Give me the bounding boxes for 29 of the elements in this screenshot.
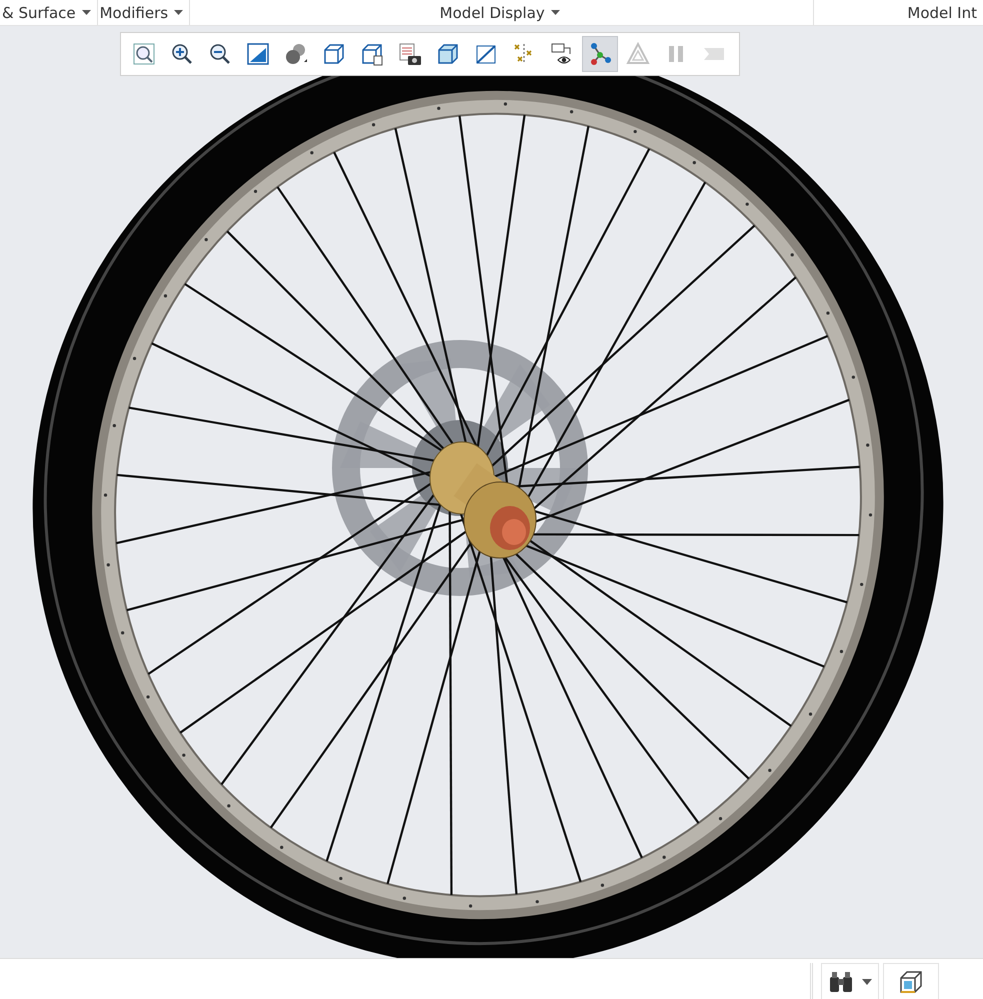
ribbon-group[interactable]: Model Display [190, 0, 814, 25]
square-icon [247, 43, 269, 65]
ribbon-group[interactable]: & Surface [0, 0, 98, 25]
magnifier-icon [132, 42, 156, 66]
ribbon-group[interactable]: Model Int [814, 0, 983, 25]
cube-icon [360, 42, 384, 66]
ribbon-group-label: Model Int [907, 4, 977, 22]
cube-icon [898, 968, 924, 994]
ribbon-group-label: & Surface [2, 4, 76, 22]
pause-icon [667, 44, 685, 64]
connected-nodes-icon [588, 42, 612, 66]
zoom-out-icon [208, 42, 232, 66]
box-button[interactable] [883, 963, 939, 999]
ribbon-group[interactable]: Modifiers [98, 0, 190, 25]
find-button[interactable] [821, 963, 879, 999]
tag-icon [702, 45, 726, 63]
ribbon-group-label: Model Display [440, 4, 545, 22]
dropdown-arrow-icon [174, 10, 184, 16]
binoculars-icon [828, 970, 854, 992]
dropdown-arrow-icon [82, 10, 91, 16]
spheres-icon [284, 42, 308, 66]
camera-icon [398, 42, 422, 66]
cube-icon [436, 42, 460, 66]
zoom-in-icon [170, 42, 194, 66]
triangle-icon [626, 42, 650, 66]
cube-icon [322, 42, 346, 66]
ribbon-group-label: Modifiers [100, 4, 168, 22]
dropdown-arrow-icon [550, 10, 560, 16]
dropdown-arrow-icon [862, 978, 872, 984]
